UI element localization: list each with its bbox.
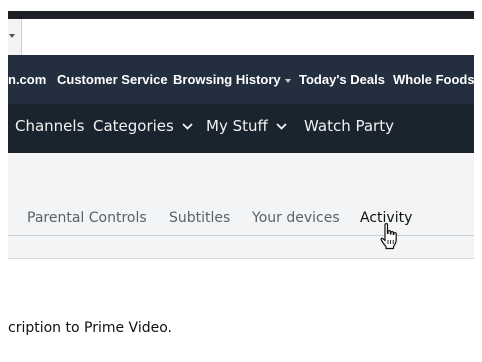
search-category-dropdown[interactable] (8, 19, 22, 55)
pv-nav-channels[interactable]: Channels (15, 117, 84, 135)
nav-link-whole-foods[interactable]: Whole Foods (393, 72, 475, 87)
prime-video-nav: Channels Categories My Stuff Watch Party (8, 104, 474, 153)
membership-description: cription to Prime Video. (8, 320, 172, 336)
search-bar-row (8, 19, 474, 55)
pv-nav-watch-party[interactable]: Watch Party (304, 117, 394, 135)
nav-link-amazon-home[interactable]: n.com (8, 72, 46, 87)
window-top-margin (0, 0, 482, 11)
window-left-margin (0, 11, 8, 362)
caret-down-icon (9, 34, 15, 38)
pv-nav-my-stuff-label: My Stuff (206, 117, 268, 135)
caret-down-icon (284, 78, 291, 83)
settings-tabs-bar: Parental Controls Subtitles Your devices… (8, 153, 474, 235)
tab-subtitles[interactable]: Subtitles (169, 210, 230, 226)
pv-nav-categories-label: Categories (93, 117, 174, 135)
header-top-bar (8, 11, 474, 19)
search-input[interactable] (22, 19, 474, 55)
hand-pointer-icon (380, 223, 397, 250)
chevron-down-icon (182, 123, 193, 130)
window-right-margin (474, 11, 482, 362)
chevron-down-icon (276, 123, 287, 130)
pv-nav-categories[interactable]: Categories (93, 117, 193, 135)
divider (8, 258, 474, 259)
nav-link-browsing-history-label: Browsing History (173, 72, 281, 87)
tabs-underline-band (8, 236, 474, 258)
tab-parental-controls[interactable]: Parental Controls (27, 210, 147, 226)
browser-viewport: n.com Customer Service Browsing History … (0, 0, 482, 362)
main-nav-bar: n.com Customer Service Browsing History … (8, 55, 475, 104)
nav-link-customer-service[interactable]: Customer Service (57, 72, 168, 87)
pv-nav-my-stuff[interactable]: My Stuff (206, 117, 287, 135)
nav-link-todays-deals[interactable]: Today's Deals (299, 72, 385, 87)
tab-your-devices[interactable]: Your devices (252, 210, 340, 226)
nav-link-browsing-history[interactable]: Browsing History (173, 72, 291, 87)
